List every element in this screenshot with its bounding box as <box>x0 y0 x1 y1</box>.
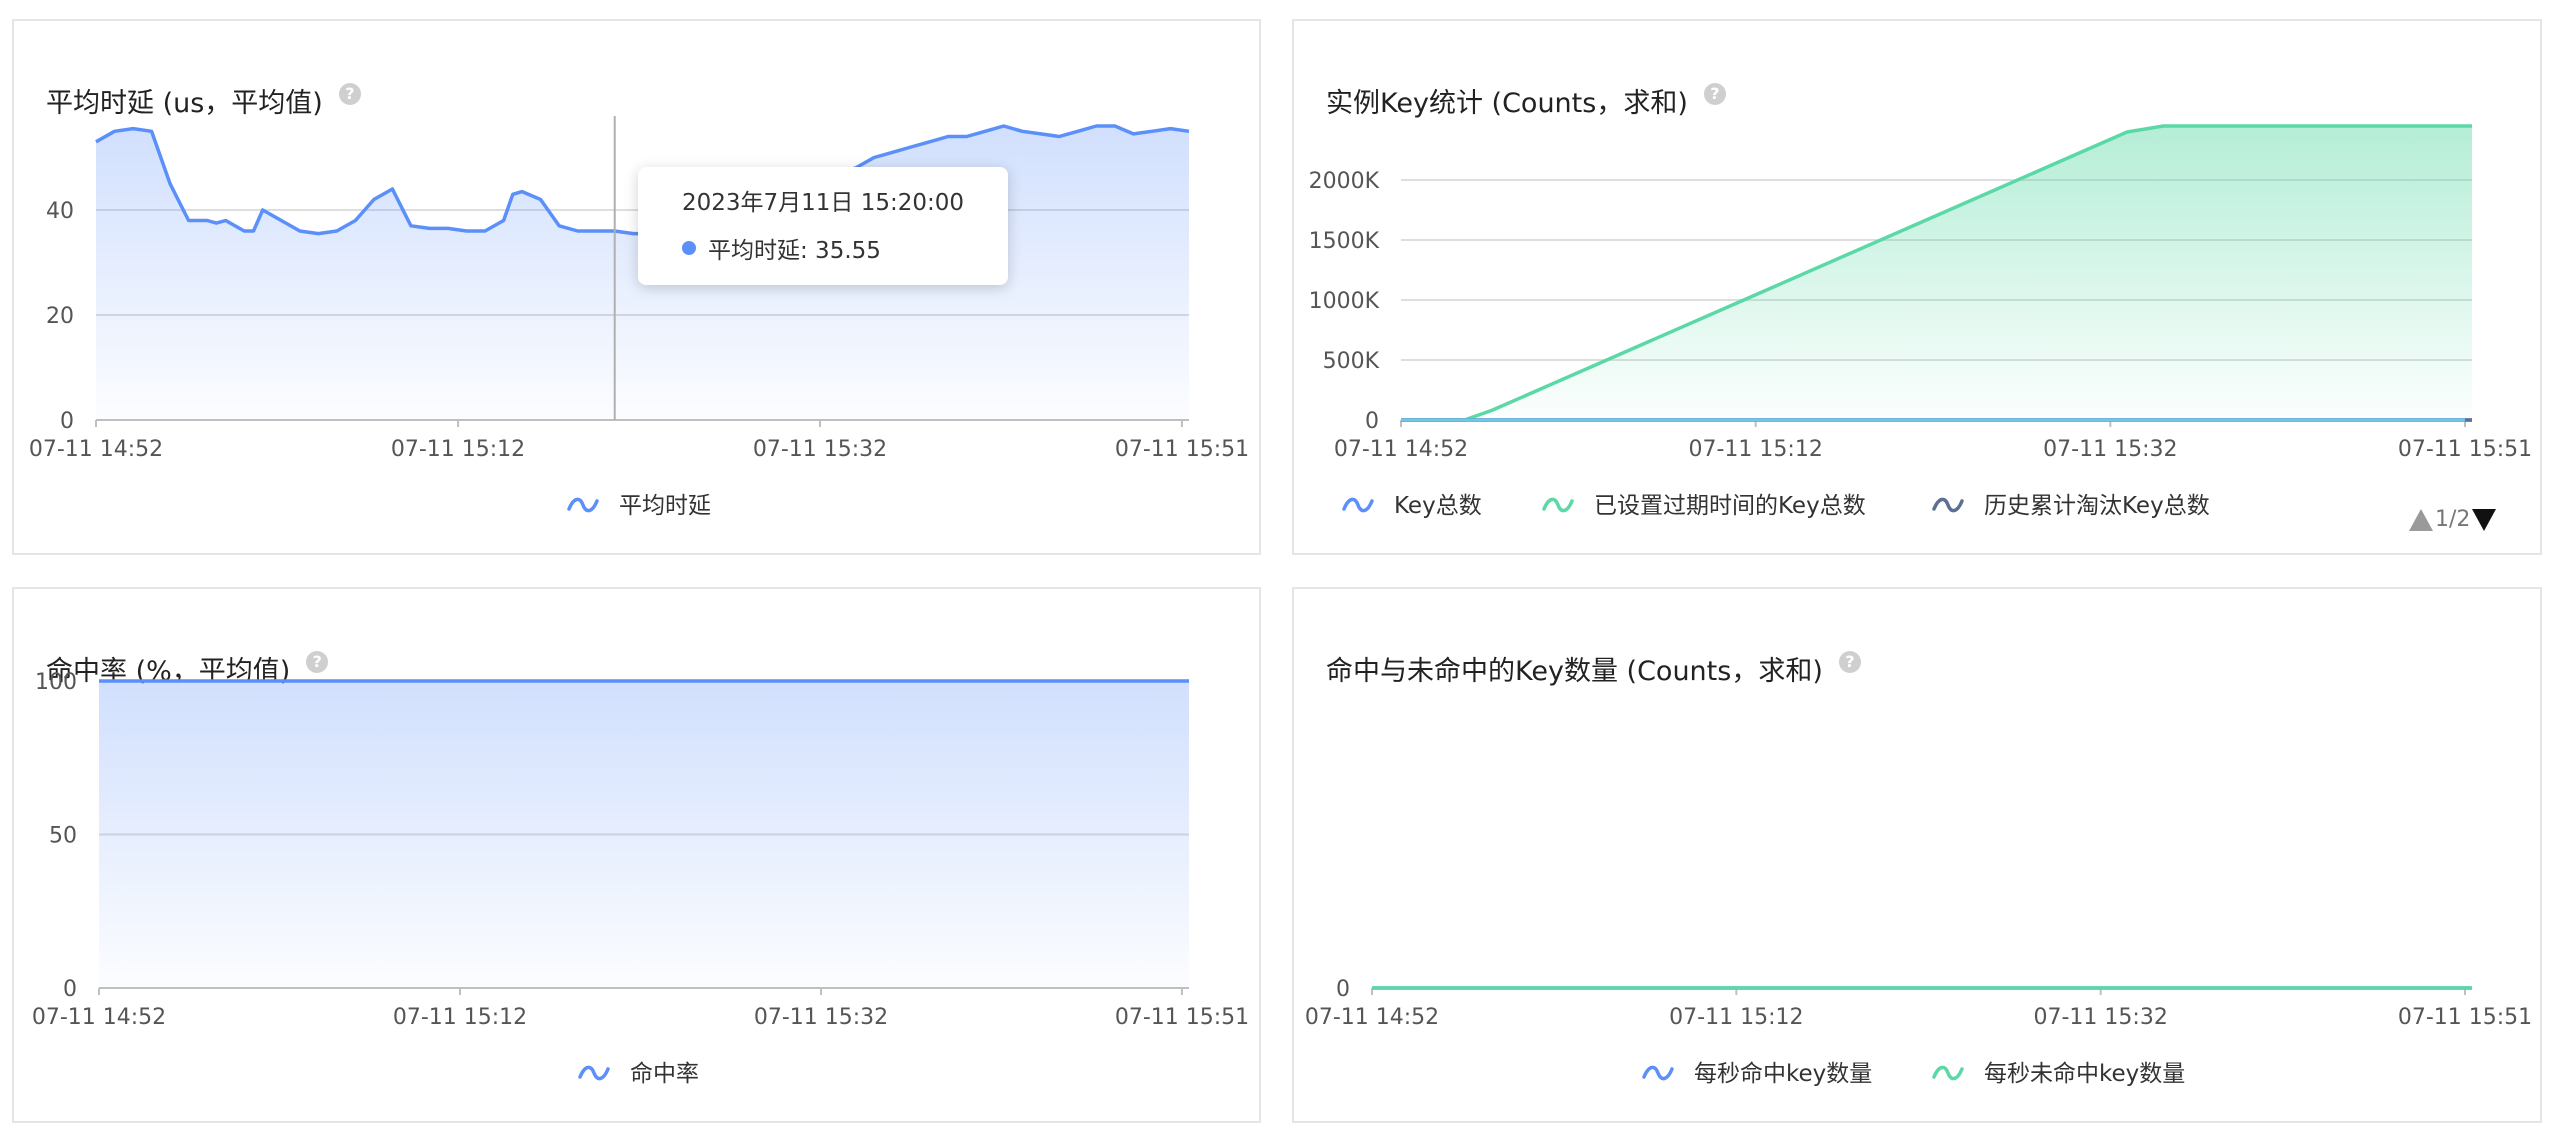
legend-label: 历史累计淘汰Key总数 <box>1984 493 2210 519</box>
legend-item[interactable]: 平均时延 <box>567 493 711 519</box>
x-tick-label: 07-11 15:32 <box>2034 1005 2168 1030</box>
key-stats-panel: 实例Key统计 (Counts，求和) ? 0 500K 1000K 1500K 200… <box>1292 19 2542 555</box>
legend-item[interactable]: Key总数 <box>1342 493 1482 519</box>
key-stats-chart[interactable]: 0 500K 1000K 1500K 2000K 07-11 14:52 07-11 15:… <box>1294 21 2544 557</box>
legend-label: 已设置过期时间的Key总数 <box>1594 493 1866 519</box>
pager-next-icon[interactable] <box>2472 508 2497 531</box>
y-tick-label: 2000K <box>1309 169 1380 194</box>
x-tick-label: 07-11 15:51 <box>2398 437 2532 462</box>
legend-wave-icon <box>1642 1065 1674 1081</box>
legend-label: 每秒未命中key数量 <box>1984 1061 2185 1087</box>
hit-rate-chart[interactable]: 0 50 100 07-11 14:52 07-11 15:12 07-11 15:32 0… <box>14 589 1263 1125</box>
legend-wave-icon <box>1542 497 1574 513</box>
legend-item[interactable]: 每秒未命中key数量 <box>1932 1061 2185 1087</box>
x-tick-label: 07-11 15:51 <box>1115 437 1249 462</box>
x-tick-label: 07-11 15:32 <box>754 1005 888 1030</box>
legend-item[interactable]: 命中率 <box>578 1061 699 1087</box>
x-tick-label: 07-11 14:52 <box>1334 437 1468 462</box>
x-tick-label: 07-11 14:52 <box>1305 1005 1439 1030</box>
y-tick-label: 0 <box>1365 409 1379 434</box>
y-tick-label: 0 <box>60 409 74 434</box>
x-tick-label: 07-11 15:12 <box>1689 437 1823 462</box>
tooltip-time: 2023年7月11日 15:20:00 <box>682 190 965 216</box>
legend-label: Key总数 <box>1394 493 1482 519</box>
tooltip-series-dot <box>682 241 696 255</box>
chart-tooltip: 2023年7月11日 15:20:00 平均时延: 35.55 <box>638 167 1009 285</box>
y-tick-label: 1500K <box>1309 229 1380 254</box>
y-tick-label: 100 <box>35 670 77 695</box>
legend-label: 每秒命中key数量 <box>1694 1061 1872 1087</box>
legend-pager: 1/2 <box>2409 507 2497 532</box>
hit-miss-panel: 命中与未命中的Key数量 (Counts，求和) ? 0 07-11 14:52 0… <box>1292 587 2542 1123</box>
legend-label: 平均时延 <box>619 493 711 519</box>
x-tick-label: 07-11 15:12 <box>391 437 525 462</box>
legend-wave-icon <box>1342 497 1374 513</box>
y-tick-label: 1000K <box>1309 289 1380 314</box>
tooltip-row: 平均时延: 35.55 <box>682 231 964 265</box>
y-tick-label: 500K <box>1323 349 1380 374</box>
y-tick-label: 40 <box>46 199 74 224</box>
x-tick-label: 07-11 15:12 <box>393 1005 527 1030</box>
x-tick-label: 07-11 15:51 <box>2398 1005 2532 1030</box>
series-area <box>99 681 1189 988</box>
latency-panel: 平均时延 (us，平均值) ? 0 20 40 07-11 14:52 07-11 15… <box>12 19 1261 555</box>
legend-label: 命中率 <box>630 1061 699 1087</box>
x-tick-label: 07-11 15:12 <box>1669 1005 1803 1030</box>
legend-item[interactable]: 每秒命中key数量 <box>1642 1061 1872 1087</box>
series-area <box>1401 126 2472 420</box>
tooltip-value: 平均时延: 35.55 <box>708 238 881 264</box>
y-tick-label: 20 <box>46 304 74 329</box>
legend-item[interactable]: 已设置过期时间的Key总数 <box>1542 493 1866 519</box>
x-tick-label: 07-11 15:51 <box>1115 1005 1249 1030</box>
x-tick-label: 07-11 15:32 <box>753 437 887 462</box>
legend-wave-icon <box>567 497 599 513</box>
latency-chart[interactable]: 0 20 40 07-11 14:52 07-11 15:12 07-11 15:32 07… <box>14 21 1263 557</box>
legend-wave-icon <box>1932 497 1964 513</box>
hit-miss-chart[interactable]: 0 07-11 14:52 07-11 15:12 07-11 15:32 07-11 … <box>1294 589 2544 1125</box>
y-tick-label: 0 <box>1336 977 1350 1002</box>
pager-text: 1/2 <box>2435 507 2471 532</box>
pager-prev-icon[interactable] <box>2409 508 2433 531</box>
y-tick-label: 0 <box>63 977 77 1002</box>
x-tick-label: 07-11 15:32 <box>2043 437 2177 462</box>
legend-wave-icon <box>1932 1065 1964 1081</box>
x-tick-label: 07-11 14:52 <box>29 437 163 462</box>
hit-rate-panel: 命中率 (%，平均值) ? 0 50 100 07-11 14:52 07-11 15:… <box>12 587 1261 1123</box>
y-tick-label: 50 <box>49 824 77 849</box>
legend-wave-icon <box>578 1065 610 1081</box>
x-tick-label: 07-11 14:52 <box>32 1005 166 1030</box>
legend-item[interactable]: 历史累计淘汰Key总数 <box>1932 493 2210 519</box>
